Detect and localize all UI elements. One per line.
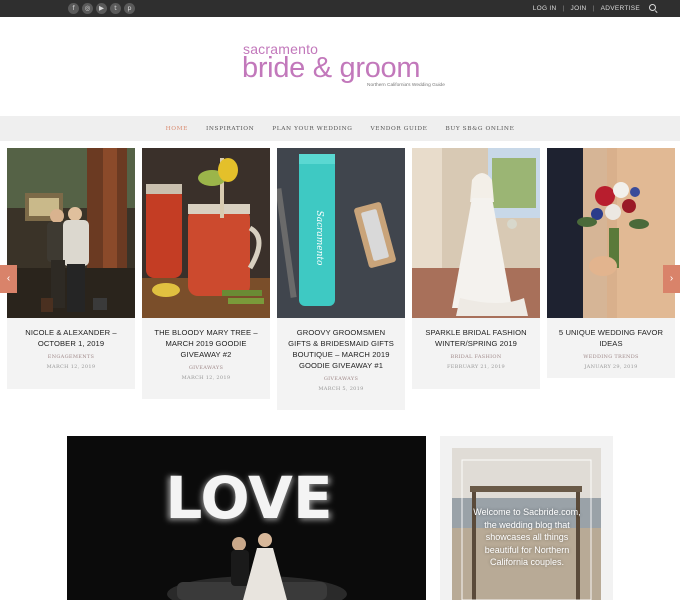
love-sign: LOVE bbox=[165, 464, 332, 532]
post-date: MARCH 5, 2019 bbox=[318, 386, 364, 392]
nav-home[interactable]: HOME bbox=[166, 126, 188, 132]
post-title[interactable]: NICOLE & ALEXANDER – OCTOBER 1, 2019 bbox=[7, 327, 135, 349]
nav-buy-online[interactable]: BUY SB&G ONLINE bbox=[445, 126, 514, 132]
post-title[interactable]: 5 UNIQUE WEDDING FAVOR IDEAS bbox=[547, 327, 675, 349]
post-category[interactable]: BRIDAL FASHION bbox=[412, 354, 540, 360]
post-date: JANUARY 29, 2019 bbox=[584, 364, 638, 370]
post-category[interactable]: GIVEAWAYS bbox=[277, 376, 405, 382]
welcome-text: Welcome to Sacbride.com, the wedding blo… bbox=[473, 507, 581, 567]
post-image[interactable]: Sacramento bbox=[277, 148, 405, 318]
join-link[interactable]: JOIN bbox=[571, 5, 587, 12]
post-date: MARCH 12, 2019 bbox=[181, 375, 231, 381]
carousel-prev-button[interactable]: ‹ bbox=[0, 265, 17, 293]
nav-vendor-guide[interactable]: VENDOR GUIDE bbox=[370, 126, 427, 132]
pinterest-icon[interactable]: p bbox=[124, 3, 135, 14]
svg-text:Sacramento: Sacramento bbox=[314, 211, 324, 267]
post-card[interactable]: NICOLE & ALEXANDER – OCTOBER 1, 2019 ENG… bbox=[7, 148, 135, 389]
youtube-icon[interactable]: ▶ bbox=[96, 3, 107, 14]
post-category[interactable]: ENGAGEMENTS bbox=[7, 354, 135, 360]
nav-plan-your-wedding[interactable]: PLAN YOUR WEDDING bbox=[272, 126, 352, 132]
social-links: f ◎ ▶ t p bbox=[68, 3, 135, 14]
post-date: FEBRUARY 21, 2019 bbox=[446, 364, 506, 370]
post-card[interactable]: THE BLOODY MARY TREE – MARCH 2019 GOODIE… bbox=[142, 148, 270, 399]
post-date: MARCH 12, 2019 bbox=[46, 364, 96, 370]
post-title[interactable]: THE BLOODY MARY TREE – MARCH 2019 GOODIE… bbox=[142, 327, 270, 360]
logo-tagline: Northern California's Wedding Guide bbox=[367, 83, 445, 88]
post-image[interactable] bbox=[142, 148, 270, 318]
welcome-image: Welcome to Sacbride.com, the wedding blo… bbox=[452, 448, 601, 600]
post-image[interactable] bbox=[547, 148, 675, 318]
featured-post-image[interactable]: LOVE LOVE bbox=[67, 436, 426, 600]
post-image[interactable] bbox=[7, 148, 135, 318]
login-link[interactable]: LOG IN bbox=[533, 5, 557, 12]
facebook-icon[interactable]: f bbox=[68, 3, 79, 14]
separator: | bbox=[592, 5, 595, 12]
post-card[interactable]: SPARKLE BRIDAL FASHION WINTER/SPRING 201… bbox=[412, 148, 540, 389]
instagram-icon[interactable]: ◎ bbox=[82, 3, 93, 14]
post-card[interactable]: Sacramento GROOVY GROOMSMEN GIFTS & BRID… bbox=[277, 148, 405, 410]
top-bar: f ◎ ▶ t p LOG IN | JOIN | ADVERTISE bbox=[0, 0, 680, 17]
post-category[interactable]: GIVEAWAYS bbox=[142, 365, 270, 371]
post-card[interactable]: 5 UNIQUE WEDDING FAVOR IDEAS WEDDING TRE… bbox=[547, 148, 675, 378]
main-nav: HOME INSPIRATION PLAN YOUR WEDDING VENDO… bbox=[0, 116, 680, 141]
nav-inspiration[interactable]: INSPIRATION bbox=[206, 126, 254, 132]
twitter-icon[interactable]: t bbox=[110, 3, 121, 14]
carousel-next-button[interactable]: › bbox=[663, 265, 680, 293]
post-title[interactable]: SPARKLE BRIDAL FASHION WINTER/SPRING 201… bbox=[412, 327, 540, 349]
post-title[interactable]: GROOVY GROOMSMEN GIFTS & BRIDESMAID GIFT… bbox=[277, 327, 405, 371]
sidebar-widget: Welcome to Sacbride.com, the wedding blo… bbox=[440, 436, 613, 600]
advertise-link[interactable]: ADVERTISE bbox=[601, 5, 640, 12]
post-image[interactable] bbox=[412, 148, 540, 318]
site-logo[interactable]: sacramento bride & groom Northern Califo… bbox=[242, 40, 445, 92]
logo-name: bride & groom bbox=[242, 52, 421, 84]
search-icon[interactable] bbox=[649, 4, 658, 13]
separator: | bbox=[562, 5, 565, 12]
account-links: LOG IN | JOIN | ADVERTISE bbox=[533, 0, 658, 17]
post-category[interactable]: WEDDING TRENDS bbox=[547, 354, 675, 360]
